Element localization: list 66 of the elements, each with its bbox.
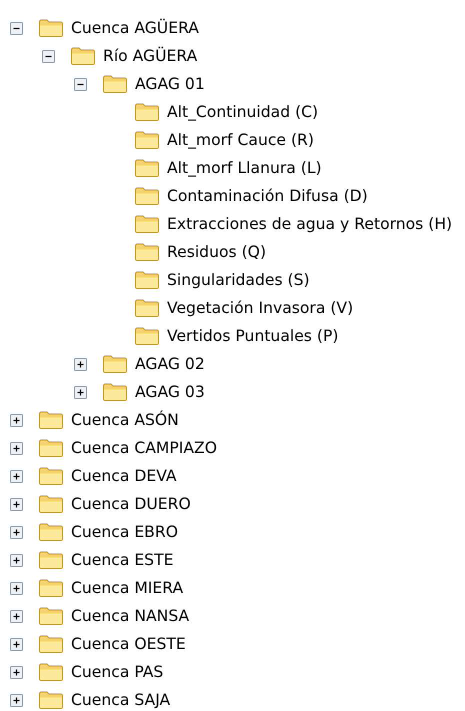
tree-item-label[interactable]: Cuenca OESTE [71,634,186,654]
folder-icon [38,634,64,654]
folder-icon [38,550,64,570]
expand-icon[interactable] [10,498,23,510]
folder-icon [38,466,64,486]
collapse-icon[interactable] [42,50,55,62]
expand-icon[interactable] [10,638,23,650]
folder-icon [38,494,64,514]
expand-icon[interactable] [10,666,23,678]
tree-item-label[interactable]: Alt_morf Llanura (L) [167,158,322,178]
tree-item-label[interactable]: Alt_Continuidad (C) [167,102,318,122]
expand-icon[interactable] [10,442,23,454]
tree-item-label[interactable]: Cuenca ESTE [71,550,174,570]
folder-icon [70,46,96,66]
tree-item-label[interactable]: Cuenca MIERA [71,578,184,598]
expand-icon[interactable] [10,414,23,426]
folder-icon [134,270,160,290]
folder-icon [102,354,128,374]
folder-icon [38,662,64,682]
expand-icon[interactable] [74,358,87,370]
folder-icon [134,214,160,234]
folder-icon [38,522,64,542]
collapse-icon[interactable] [10,22,23,34]
folder-icon [134,130,160,150]
expand-icon[interactable] [74,386,87,398]
tree-item-label[interactable]: Contaminación Difusa (D) [167,186,368,206]
tree-item-label[interactable]: Cuenca ASÓN [71,410,179,430]
folder-icon [134,102,160,122]
tree-item-label[interactable]: Cuenca NANSA [71,606,190,626]
tree-item-label[interactable]: Extracciones de agua y Retornos (H) [167,214,452,234]
expand-icon[interactable] [10,610,23,622]
tree-item-label[interactable]: Alt_morf Cauce (R) [167,130,314,150]
tree-item-label[interactable]: Vertidos Puntuales (P) [167,326,338,346]
tree-item-label[interactable]: Vegetación Invasora (V) [167,298,354,318]
tree-item-label[interactable]: Cuenca AGÜERA [71,18,199,38]
folder-icon [38,578,64,598]
expand-icon[interactable] [10,554,23,566]
expand-icon[interactable] [10,470,23,482]
tree-item-label[interactable]: Cuenca EBRO [71,522,178,542]
folder-icon [38,18,64,38]
folder-icon [134,242,160,262]
expand-icon[interactable] [10,582,23,594]
tree-item-label[interactable]: Singularidades (S) [167,270,310,290]
tree-item-label[interactable]: Cuenca DEVA [71,466,177,486]
tree-item-label[interactable]: Cuenca CAMPIAZO [71,438,217,458]
folder-icon [38,438,64,458]
tree-item-label[interactable]: Residuos (Q) [167,242,266,262]
folder-icon [134,298,160,318]
tree-item-label[interactable]: AGAG 01 [135,74,205,94]
folder-icon [38,410,64,430]
folder-icon [38,690,64,710]
tree-item-label[interactable]: AGAG 03 [135,382,205,402]
tree-item-label[interactable]: AGAG 02 [135,354,205,374]
folder-icon [134,186,160,206]
expand-icon[interactable] [10,694,23,706]
folder-icon [102,74,128,94]
tree-item-label[interactable]: Cuenca SAJA [71,690,170,710]
folder-icon [102,382,128,402]
tree-item-label[interactable]: Río AGÜERA [103,46,198,66]
folder-icon [134,326,160,346]
folder-icon [38,606,64,626]
folder-icon [134,158,160,178]
tree-item-label[interactable]: Cuenca DUERO [71,494,191,514]
tree-item-label[interactable]: Cuenca PAS [71,662,164,682]
expand-icon[interactable] [10,526,23,538]
collapse-icon[interactable] [74,78,87,90]
